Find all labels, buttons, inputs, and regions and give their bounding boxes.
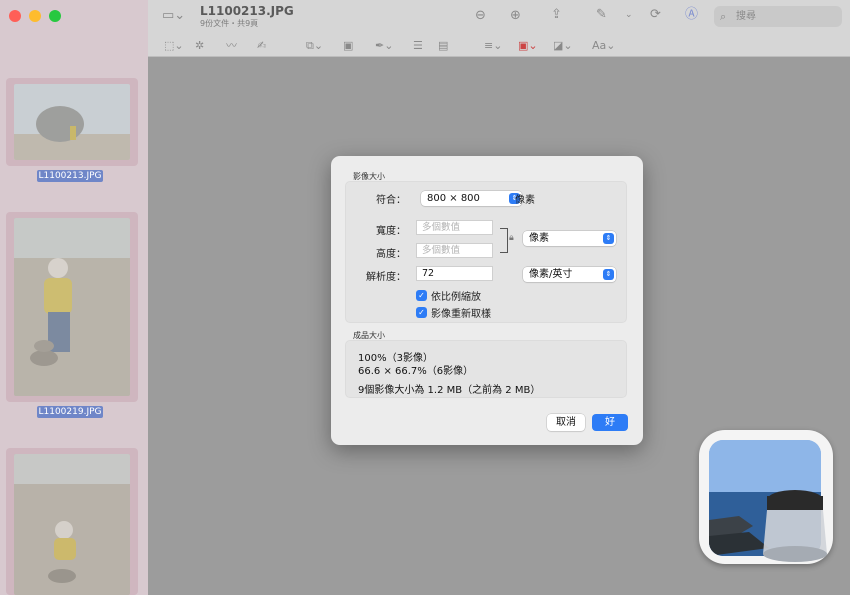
thumbnail-label: L1100213.JPG	[37, 170, 103, 182]
search-icon: ⌕	[720, 10, 727, 23]
result-line-3: 9個影像大小為 1.2 MB（之前為 2 MB）	[358, 385, 541, 396]
shape-style-icon[interactable]: ≡⌄	[484, 39, 502, 53]
shapes-icon[interactable]: ⧉⌄	[306, 39, 323, 53]
chevron-updown-icon: ⇕	[603, 233, 614, 244]
preview-window: L1100213.JPG L1100219.JPG ▭⌄ L1100213.JP…	[0, 0, 850, 595]
result-size-panel: 100%（3影像） 66.6 × 66.7%（6影像） 9個影像大小為 1.2 …	[345, 340, 627, 398]
markup-icon[interactable]: Ⓐ	[685, 8, 698, 22]
close-button[interactable]	[9, 10, 21, 22]
image-size-dialog: 影像大小 符合： 800 × 800 ⇕ 像素 寬度： 多個數值 高度： 多個數…	[331, 156, 643, 445]
scale-proportionally-checkbox[interactable]: ✓ 依比例縮放	[416, 288, 481, 303]
resolution-unit-value: 像素/英寸	[529, 269, 573, 280]
instant-alpha-icon[interactable]: ✲	[195, 39, 204, 53]
resample-image-checkbox[interactable]: ✓ 影像重新取樣	[416, 305, 491, 320]
chevron-updown-icon: ⇕	[603, 269, 614, 280]
zoom-in-icon[interactable]: ⊕	[510, 9, 521, 23]
sidebar-toggle-icon[interactable]: ▭⌄	[162, 9, 185, 23]
thumbnail-image	[14, 454, 130, 595]
sketch-icon[interactable]: 〰	[226, 39, 237, 53]
search-field[interactable]: ⌕ 搜尋	[714, 6, 842, 27]
thumbnail-1[interactable]	[6, 78, 138, 166]
width-field[interactable]: 多個數值	[416, 220, 493, 235]
text-box-icon[interactable]: ▣	[343, 39, 353, 53]
dimension-unit-popup[interactable]: 像素 ⇕	[523, 231, 616, 246]
chevron-down-icon[interactable]: ⌄	[625, 8, 633, 22]
search-placeholder: 搜尋	[736, 11, 756, 22]
rotate-icon[interactable]: ⟳	[650, 8, 661, 22]
resolution-unit-popup[interactable]: 像素/英寸 ⇕	[523, 267, 616, 282]
zoom-button[interactable]	[49, 10, 61, 22]
result-line-2: 66.6 × 66.7%（6影像）	[358, 366, 474, 377]
fit-unit: 像素	[515, 195, 535, 206]
cancel-button[interactable]: 取消	[547, 414, 585, 431]
share-icon[interactable]: ⇪	[551, 8, 562, 22]
adjust-size-icon[interactable]: ▤	[438, 39, 448, 53]
document-title: L1100213.JPG	[200, 4, 294, 18]
text-style-icon[interactable]: Aa⌄	[592, 39, 615, 53]
resolution-label: 解析度：	[366, 272, 406, 283]
width-label: 寬度：	[376, 226, 406, 237]
thumbnail-3[interactable]	[6, 448, 138, 595]
thumbnail-label: L1100219.JPG	[37, 406, 103, 418]
scale-proportionally-label: 依比例縮放	[431, 292, 481, 303]
fit-popup[interactable]: 800 × 800 ⇕	[421, 191, 522, 206]
window-controls	[9, 10, 61, 22]
checkmark-icon: ✓	[416, 290, 427, 301]
adjust-color-icon[interactable]: ☰	[413, 39, 423, 53]
preview-app-icon	[699, 430, 833, 564]
minimize-button[interactable]	[29, 10, 41, 22]
markup-pen-icon[interactable]: ✎	[596, 8, 607, 22]
border-color-icon[interactable]: ▣⌄	[518, 39, 538, 53]
thumbnail-2[interactable]	[6, 212, 138, 402]
fit-value: 800 × 800	[427, 193, 480, 204]
resolution-field[interactable]: 72	[416, 266, 493, 281]
resample-image-label: 影像重新取樣	[431, 309, 491, 320]
thumbnail-image	[14, 218, 130, 396]
checkmark-icon: ✓	[416, 307, 427, 318]
lock-icon[interactable]: 🔒︎	[509, 233, 514, 243]
dimension-unit-value: 像素	[529, 233, 549, 244]
image-size-panel: 符合： 800 × 800 ⇕ 像素 寬度： 多個數值 高度： 多個數值 🔒︎ …	[345, 181, 627, 323]
document-subtitle: 9份文件・共9頁	[200, 19, 259, 28]
sidebar: L1100213.JPG L1100219.JPG	[0, 0, 148, 595]
thumbnail-image	[14, 84, 130, 160]
sign-icon[interactable]: ✒⌄	[375, 39, 393, 53]
zoom-out-icon[interactable]: ⊖	[475, 9, 486, 23]
ok-button[interactable]: 好	[592, 414, 628, 431]
toolbar: ▭⌄ L1100213.JPG 9份文件・共9頁 ⊖ ⊕ ⇪ ✎ ⌄ ⟳ Ⓐ ⌕…	[148, 0, 850, 57]
loupe-icon	[763, 490, 827, 562]
height-label: 高度：	[376, 249, 406, 260]
fill-color-icon[interactable]: ◪⌄	[553, 39, 573, 53]
constraint-bracket	[500, 228, 508, 253]
draw-icon[interactable]: ✍	[257, 39, 266, 53]
selection-tool-icon[interactable]: ⬚⌄	[164, 39, 184, 53]
fit-label: 符合：	[376, 195, 406, 206]
height-field[interactable]: 多個數值	[416, 243, 493, 258]
